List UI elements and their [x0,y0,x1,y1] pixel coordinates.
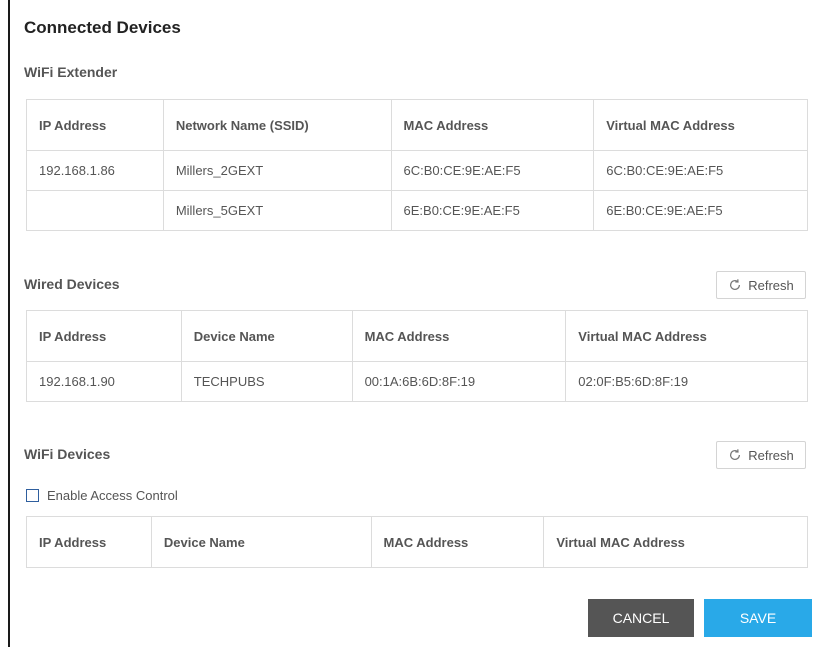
cell-network-name: Millers_2GEXT [162,150,392,191]
page-title: Connected Devices [24,18,181,37]
wifi-devices-title: WiFi Devices [24,446,111,462]
wired-devices-title: Wired Devices [24,276,120,292]
column-header-mac-address: MAC Address [390,99,595,151]
cell-mac-address: 6C:B0:CE:9E:AE:F5 [390,150,595,191]
cell-virtual-mac-address: 6E:B0:CE:9E:AE:F5 [593,190,808,231]
cell-virtual-mac-address: 6C:B0:CE:9E:AE:F5 [593,150,808,191]
wifi-extender-table: IP Address Network Name (SSID) MAC Addre… [26,99,808,231]
column-header-device-name: Device Name [180,310,353,362]
table-row: 192.168.1.90 TECHPUBS 00:1A:6B:6D:8F:19 … [26,361,808,402]
table-row: 192.168.1.86 Millers_2GEXT 6C:B0:CE:9E:A… [26,150,808,191]
column-header-network-name: Network Name (SSID) [162,99,392,151]
wired-devices-table: IP Address Device Name MAC Address Virtu… [26,310,808,402]
refresh-label: Refresh [748,447,794,463]
enable-access-control-checkbox[interactable] [26,489,39,502]
column-header-virtual-mac-address: Virtual MAC Address [543,516,808,568]
cell-ip-address [26,190,164,231]
column-header-ip-address: IP Address [26,516,152,568]
wifi-devices-table: IP Address Device Name MAC Address Virtu… [26,516,808,568]
cell-virtual-mac-address: 02:0F:B5:6D:8F:19 [565,361,808,402]
column-header-virtual-mac-address: Virtual MAC Address [565,310,808,362]
refresh-icon [730,279,741,291]
table-header-row: IP Address Device Name MAC Address Virtu… [26,310,808,362]
wifi-refresh-button[interactable]: Refresh [716,441,806,469]
column-header-ip-address: IP Address [26,99,164,151]
connected-devices-panel: Connected Devices WiFi Extender IP Addre… [24,0,814,647]
refresh-icon [730,449,741,461]
cancel-button[interactable]: CANCEL [588,599,694,637]
wired-refresh-button[interactable]: Refresh [716,271,806,299]
column-header-ip-address: IP Address [26,310,182,362]
window-border [8,0,10,647]
enable-access-control-label: Enable Access Control [47,488,178,503]
wifi-extender-title: WiFi Extender [24,64,118,80]
column-header-device-name: Device Name [150,516,372,568]
table-header-row: IP Address Network Name (SSID) MAC Addre… [26,99,808,151]
access-control-row: Enable Access Control [26,488,178,503]
cell-mac-address: 6E:B0:CE:9E:AE:F5 [390,190,595,231]
table-row: Millers_5GEXT 6E:B0:CE:9E:AE:F5 6E:B0:CE… [26,190,808,231]
save-button[interactable]: SAVE [704,599,812,637]
cell-device-name: TECHPUBS [180,361,353,402]
refresh-label: Refresh [748,277,794,293]
cell-ip-address: 192.168.1.86 [26,150,164,191]
column-header-mac-address: MAC Address [351,310,567,362]
column-header-virtual-mac-address: Virtual MAC Address [593,99,808,151]
cell-ip-address: 192.168.1.90 [26,361,182,402]
table-header-row: IP Address Device Name MAC Address Virtu… [26,516,808,568]
cell-network-name: Millers_5GEXT [162,190,392,231]
cell-mac-address: 00:1A:6B:6D:8F:19 [351,361,567,402]
column-header-mac-address: MAC Address [370,516,545,568]
